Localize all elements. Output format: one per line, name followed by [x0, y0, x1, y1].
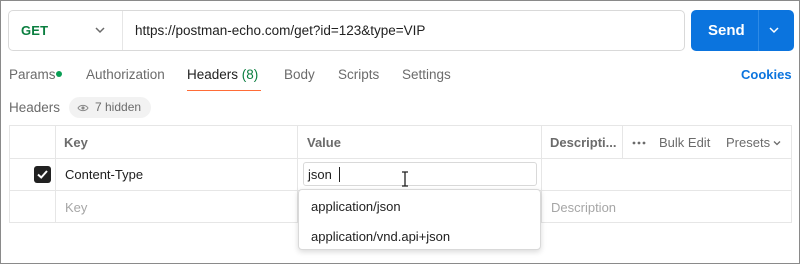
- new-key-placeholder[interactable]: Key: [65, 200, 87, 215]
- tab-headers-count: (8): [241, 67, 259, 82]
- column-divider: [622, 126, 623, 158]
- tab-headers-label: Headers: [187, 67, 239, 82]
- presets-dropdown[interactable]: Presets: [726, 135, 770, 150]
- chevron-down-icon[interactable]: [767, 23, 781, 37]
- chevron-down-icon: [773, 141, 781, 146]
- text-caret: [339, 167, 340, 182]
- row-enabled-checkbox[interactable]: [34, 166, 51, 183]
- tab-params[interactable]: Params: [9, 67, 56, 82]
- presets-label: Presets: [726, 135, 771, 150]
- chevron-down-icon: [95, 27, 105, 34]
- autocomplete-option[interactable]: application/json: [311, 199, 401, 214]
- method-dropdown[interactable]: GET: [9, 11, 123, 50]
- tab-headers[interactable]: Headers (8): [187, 67, 258, 82]
- tab-body[interactable]: Body: [284, 67, 315, 82]
- hidden-count-label: 7 hidden: [95, 100, 142, 114]
- text-cursor-icon: [402, 171, 408, 187]
- method-label: GET: [21, 23, 49, 38]
- send-divider: [758, 10, 759, 51]
- send-button[interactable]: Send: [691, 10, 794, 51]
- value-autocomplete-dropdown: application/json application/vnd.api+jso…: [298, 189, 541, 250]
- header-value-text: json: [308, 167, 332, 182]
- headers-section-title: Headers: [9, 100, 61, 115]
- tab-settings[interactable]: Settings: [402, 67, 451, 82]
- row-divider: [10, 158, 791, 159]
- header-key-cell[interactable]: Content-Type: [65, 167, 143, 182]
- url-bar: GET https://postman-echo.com/get?id=123&…: [8, 10, 685, 51]
- autocomplete-option[interactable]: application/vnd.api+json: [311, 229, 450, 244]
- tab-authorization[interactable]: Authorization: [86, 67, 165, 82]
- tab-scripts[interactable]: Scripts: [338, 67, 379, 82]
- header-value-input[interactable]: json: [303, 162, 537, 186]
- column-divider: [55, 126, 56, 222]
- column-divider: [541, 126, 542, 222]
- bulk-edit-button[interactable]: Bulk Edit: [659, 135, 710, 150]
- url-input[interactable]: https://postman-echo.com/get?id=123&type…: [135, 23, 425, 38]
- checkmark-icon: [37, 170, 48, 179]
- params-status-dot: [56, 71, 62, 77]
- active-tab-indicator: [187, 90, 261, 91]
- more-options-icon[interactable]: [632, 141, 646, 145]
- hidden-headers-toggle[interactable]: 7 hidden: [69, 97, 151, 118]
- send-label: Send: [708, 22, 745, 39]
- cookies-link[interactable]: Cookies: [741, 67, 792, 82]
- column-header-description: Descripti...: [550, 135, 617, 150]
- column-header-value: Value: [307, 135, 341, 150]
- column-header-key: Key: [64, 135, 88, 150]
- eye-icon: [77, 104, 89, 112]
- new-description-placeholder[interactable]: Description: [551, 200, 616, 215]
